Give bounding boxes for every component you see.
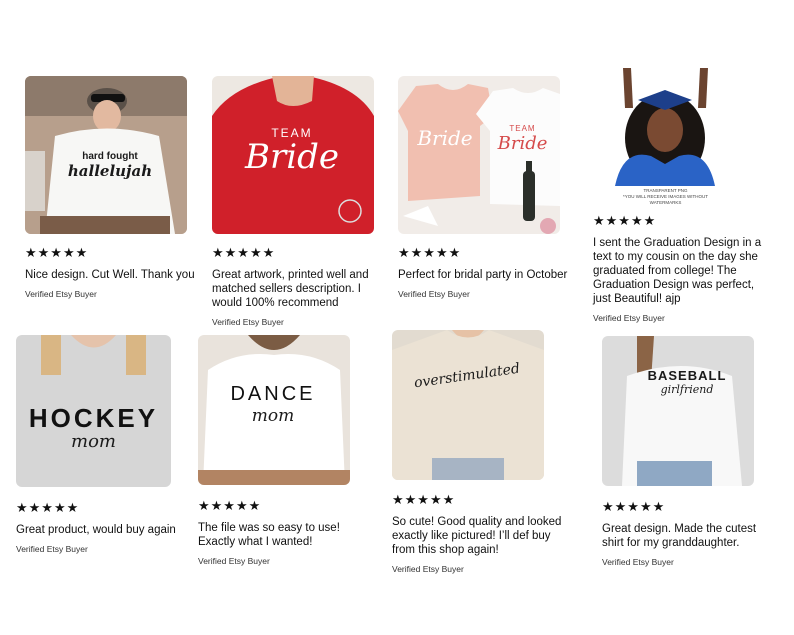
product-image-hockey-mom[interactable]: HOCKEY mom bbox=[16, 335, 171, 487]
review-text: The file was so easy to use! Exactly wha… bbox=[198, 522, 340, 548]
graduate-illustration bbox=[593, 68, 738, 208]
verified-buyer-label: Verified Etsy Buyer bbox=[593, 313, 665, 323]
star-rating: ★★★★★ bbox=[392, 492, 456, 507]
star-rating: ★★★★★ bbox=[198, 498, 262, 513]
product-image-graduation-design[interactable]: TRANSPARENT PNG *YOU WILL RECEIVE IMAGES… bbox=[593, 68, 738, 208]
star-rating: ★★★★★ bbox=[602, 499, 666, 514]
print-line-2: mom bbox=[71, 431, 116, 452]
star-rating: ★★★★★ bbox=[398, 245, 462, 260]
review-card: TEAM Bride ★★★★★ Great artwork, printed … bbox=[212, 76, 387, 327]
review-card: DANCE mom ★★★★★ The file was so easy to … bbox=[198, 335, 373, 566]
review-card: Bride TEAM Bride ★★★★★ Perfect for brida… bbox=[398, 76, 573, 299]
print-line-1: BASEBALL bbox=[647, 368, 727, 383]
shirt-illustration bbox=[602, 336, 754, 486]
review-card: HOCKEY mom ★★★★★ Great product, would bu… bbox=[16, 335, 191, 554]
verified-buyer-label: Verified Etsy Buyer bbox=[25, 289, 97, 299]
print-line-1: DANCE bbox=[230, 383, 316, 405]
review-text: Great product, would buy again bbox=[16, 524, 176, 536]
review-card: TRANSPARENT PNG *YOU WILL RECEIVE IMAGES… bbox=[593, 68, 768, 323]
print-line-1: HOCKEY bbox=[28, 403, 159, 433]
shirt-illustration bbox=[392, 330, 544, 480]
review-text: Perfect for bridal party in October bbox=[398, 269, 568, 281]
print-line-2: mom bbox=[251, 406, 295, 426]
verified-buyer-label: Verified Etsy Buyer bbox=[602, 557, 674, 567]
verified-buyer-label: Verified Etsy Buyer bbox=[398, 289, 470, 299]
product-image-hallelujah[interactable]: hard fought hallelujah bbox=[25, 76, 187, 234]
star-rating: ★★★★★ bbox=[212, 245, 276, 260]
star-rating: ★★★★★ bbox=[593, 213, 657, 228]
review-text: Great design. Made the cutest shirt for … bbox=[602, 523, 757, 549]
product-image-overstimulated[interactable]: overstimulated bbox=[392, 330, 544, 480]
print-line-2: Bride bbox=[245, 137, 339, 177]
print-line-3: Bride bbox=[497, 133, 548, 154]
review-text: Great artwork, printed well and matched … bbox=[212, 269, 369, 309]
product-image-bride-pair[interactable]: Bride TEAM Bride bbox=[398, 76, 560, 234]
review-card: BASEBALL girlfriend ★★★★★ Great design. … bbox=[602, 336, 777, 567]
review-card: hard fought hallelujah ★★★★★ Nice design… bbox=[25, 76, 200, 299]
review-card: overstimulated ★★★★★ So cute! Good quali… bbox=[392, 330, 567, 574]
product-image-baseball-girlfriend[interactable]: BASEBALL girlfriend bbox=[602, 336, 754, 486]
print-line-1: hard fought bbox=[82, 151, 138, 162]
print-line-2: TEAM bbox=[509, 124, 536, 133]
star-rating: ★★★★★ bbox=[25, 245, 89, 260]
verified-buyer-label: Verified Etsy Buyer bbox=[392, 564, 464, 574]
review-text: So cute! Good quality and looked exactly… bbox=[392, 516, 562, 556]
print-line-2: *YOU WILL RECEIVE IMAGES WITHOUT WATERMA… bbox=[622, 194, 709, 205]
product-image-team-bride-red[interactable]: TEAM Bride bbox=[212, 76, 374, 234]
star-rating: ★★★★★ bbox=[16, 500, 80, 515]
print-line-2: girlfriend bbox=[660, 383, 714, 396]
product-image-dance-mom[interactable]: DANCE mom bbox=[198, 335, 350, 485]
verified-buyer-label: Verified Etsy Buyer bbox=[198, 556, 270, 566]
verified-buyer-label: Verified Etsy Buyer bbox=[16, 544, 88, 554]
review-text: Nice design. Cut Well. Thank you bbox=[25, 269, 195, 281]
verified-buyer-label: Verified Etsy Buyer bbox=[212, 317, 284, 327]
shirt-illustration bbox=[398, 76, 560, 234]
print-line-1: Bride bbox=[417, 126, 473, 150]
print-line-2: hallelujah bbox=[67, 162, 153, 180]
review-text: I sent the Graduation Design in a text t… bbox=[593, 237, 762, 305]
